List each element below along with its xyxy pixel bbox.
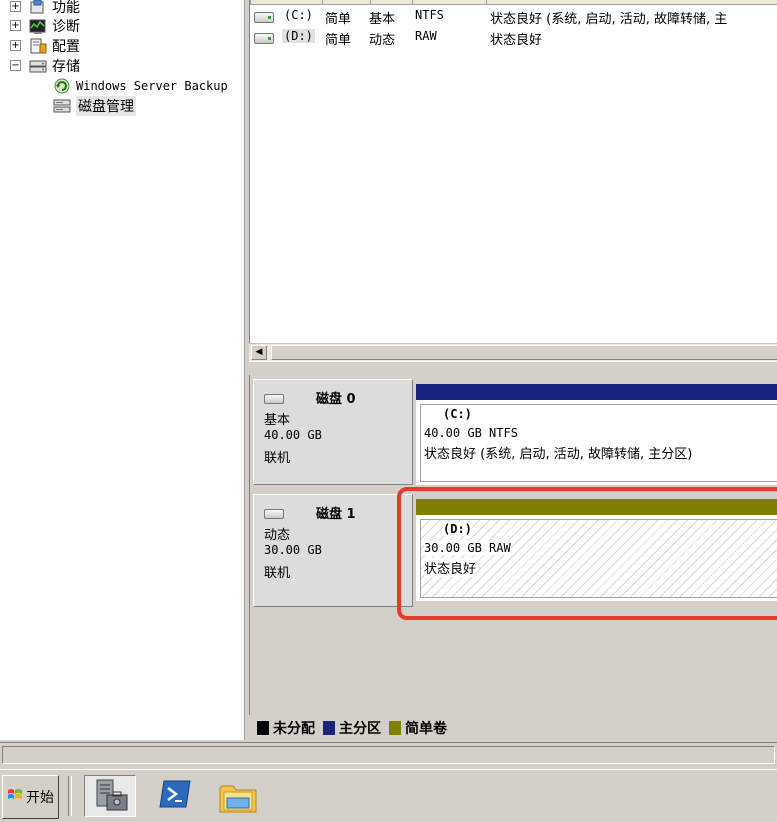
tree-item-label: 存储: [52, 58, 80, 75]
volume-type: 动态: [369, 33, 396, 48]
tree-item-label: 配置: [52, 38, 80, 55]
partition-bar: [416, 499, 777, 515]
column-header-filesystem[interactable]: [412, 0, 416, 4]
drive-icon: [254, 33, 274, 44]
disk-name: 磁盘 1: [316, 507, 356, 522]
tree-item-storage[interactable]: − 存储: [10, 56, 80, 75]
partition-status: 状态良好: [424, 558, 477, 577]
volume-name: (C:): [284, 8, 313, 22]
partition-status: 状态良好 (系统, 启动, 活动, 故障转储, 主分区): [424, 447, 693, 462]
partition-size: 30.00 GB RAW: [424, 541, 511, 555]
horizontal-scrollbar[interactable]: ◀: [249, 343, 777, 361]
console-tree: + 功能 + 诊断 + 配置 − 存储 Windows Server Backu…: [0, 0, 245, 740]
legend-label: 简单卷: [405, 721, 447, 737]
taskbar-explorer[interactable]: [212, 775, 264, 817]
legend-swatch-primary: [323, 721, 335, 735]
legend-swatch-unallocated: [257, 721, 269, 735]
disk-0-label[interactable]: 磁盘 0 基本 40.00 GB 联机: [253, 379, 413, 485]
taskbar: 开始: [0, 769, 777, 822]
legend-swatch-simple: [389, 721, 401, 735]
partition-body[interactable]: (C:) 40.00 GB NTFS 状态良好 (系统, 启动, 活动, 故障转…: [420, 404, 777, 482]
server-manager-icon: [93, 778, 129, 818]
partition-body[interactable]: (D:) 30.00 GB RAW 状态良好: [420, 519, 777, 598]
taskbar-server-manager[interactable]: [84, 775, 136, 817]
drive-icon: [254, 12, 274, 23]
column-header-status[interactable]: [486, 0, 490, 4]
tree-item-diagnostics[interactable]: + 诊断: [10, 16, 80, 35]
volume-type: 基本: [369, 12, 396, 27]
legend-label: 主分区: [339, 721, 381, 737]
disk-1-label[interactable]: 磁盘 1 动态 30.00 GB 联机: [253, 494, 413, 607]
partition-label: (C:): [443, 407, 472, 421]
legend-label: 未分配: [273, 721, 315, 737]
pane-divider[interactable]: [249, 361, 777, 376]
volume-layout: 简单: [325, 33, 352, 48]
features-icon: [29, 0, 47, 15]
disk-type: 动态: [264, 528, 291, 543]
tree-item-disk-management[interactable]: 磁盘管理: [53, 95, 136, 116]
tree-item-label: 磁盘管理: [76, 95, 136, 116]
diagnostics-icon: [29, 18, 47, 34]
tree-item-features[interactable]: + 功能: [10, 0, 80, 16]
taskbar-separator: [68, 776, 72, 816]
disk-icon: [264, 394, 284, 404]
expand-icon[interactable]: +: [10, 1, 21, 12]
taskbar-powershell[interactable]: [150, 775, 202, 817]
disk-icon: [264, 509, 284, 519]
expand-icon[interactable]: +: [10, 20, 21, 31]
column-header-volume[interactable]: [250, 0, 254, 4]
legend: 未分配 主分区 简单卷: [249, 715, 777, 741]
disk-management-icon: [53, 98, 71, 114]
scroll-thumb[interactable]: [271, 345, 777, 360]
disk-size: 40.00 GB: [264, 428, 322, 442]
disk-type: 基本: [264, 413, 291, 428]
partition-c[interactable]: (C:) 40.00 GB NTFS 状态良好 (系统, 启动, 活动, 故障转…: [416, 384, 777, 485]
disk-state: 联机: [264, 566, 291, 581]
status-bar: [0, 742, 777, 769]
storage-icon: [29, 58, 47, 74]
column-header[interactable]: [250, 0, 777, 5]
start-button[interactable]: 开始: [2, 775, 59, 819]
backup-icon: [53, 78, 71, 94]
disk-size: 30.00 GB: [264, 543, 322, 557]
partition-d[interactable]: (D:) 30.00 GB RAW 状态良好: [416, 499, 777, 601]
volume-filesystem: NTFS: [415, 8, 444, 22]
powershell-icon: [158, 779, 192, 815]
partition-size: 40.00 GB NTFS: [424, 426, 518, 440]
windows-logo-icon: [7, 787, 23, 807]
column-header-layout[interactable]: [322, 0, 326, 4]
configuration-icon: [29, 38, 47, 54]
volume-layout: 简单: [325, 12, 352, 27]
volume-row-d[interactable]: (D:) 简单 动态 RAW 状态良好: [250, 27, 777, 48]
volume-status: 状态良好 (系统, 启动, 活动, 故障转储, 主: [490, 12, 728, 27]
tree-item-label: 诊断: [52, 18, 80, 35]
volume-status: 状态良好: [490, 33, 543, 48]
expand-icon[interactable]: +: [10, 40, 21, 51]
disk-graphical-view: 磁盘 0 基本 40.00 GB 联机 (C:) 40.00 GB NTFS 状…: [249, 375, 777, 715]
tree-item-label: Windows Server Backup: [76, 78, 228, 93]
volume-name: (D:): [282, 29, 315, 43]
tree-item-configuration[interactable]: + 配置: [10, 36, 80, 55]
partition-label: (D:): [443, 522, 472, 536]
disk-state: 联机: [264, 451, 291, 466]
disk-name: 磁盘 0: [316, 392, 356, 407]
volume-list: (C:) 简单 基本 NTFS 状态良好 (系统, 启动, 活动, 故障转储, …: [249, 0, 777, 343]
volume-filesystem: RAW: [415, 29, 437, 43]
volume-row-c[interactable]: (C:) 简单 基本 NTFS 状态良好 (系统, 启动, 活动, 故障转储, …: [250, 6, 777, 27]
partition-bar: [416, 384, 777, 400]
tree-item-windows-server-backup[interactable]: Windows Server Backup: [53, 76, 228, 95]
tree-item-label: 功能: [52, 0, 80, 16]
status-panel: [2, 746, 775, 764]
explorer-icon: [218, 778, 258, 820]
column-header-type[interactable]: [370, 0, 374, 4]
collapse-icon[interactable]: −: [10, 60, 21, 71]
scroll-left-icon[interactable]: ◀: [251, 345, 267, 360]
start-label: 开始: [26, 790, 54, 806]
